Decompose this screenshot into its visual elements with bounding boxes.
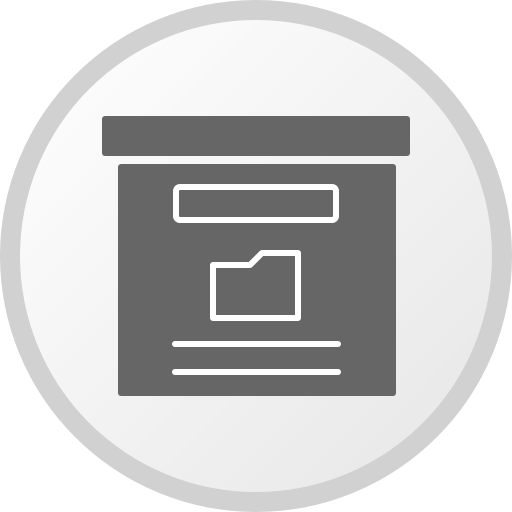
archive-box-icon bbox=[0, 0, 512, 512]
box-lid bbox=[102, 116, 410, 156]
icon-canvas bbox=[0, 0, 512, 512]
box-body bbox=[118, 164, 396, 396]
